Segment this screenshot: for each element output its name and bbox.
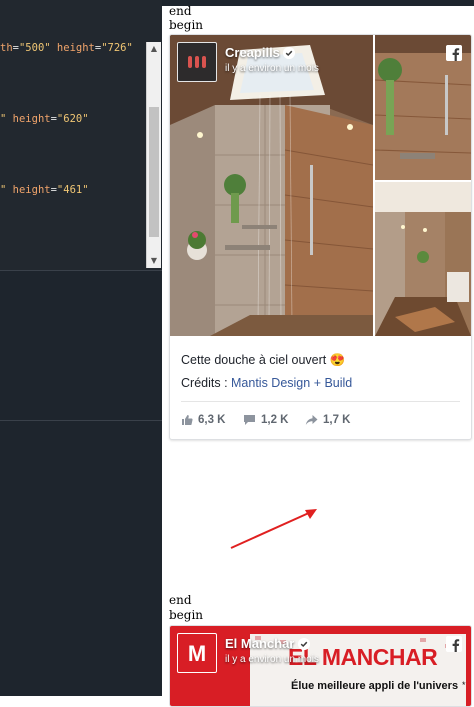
code-line-1: th="500" height="726" [0,42,133,54]
shares-stat[interactable]: 1,7 K [305,414,351,426]
code-editor: th="500" height="726" " height="620" " h… [0,0,162,696]
marker-end: end [169,4,192,18]
scrollbar-thumb[interactable] [149,107,159,237]
editor-divider [0,270,162,271]
creapills-logo-icon [188,56,206,68]
page-name[interactable]: El Manchar [225,636,294,651]
banner-subtitle: Élue meilleure appli de l'univers [291,680,459,692]
post-timestamp[interactable]: il y a environ un mois [225,63,319,74]
page-avatar[interactable]: M [177,633,217,673]
post-divider [181,401,460,402]
code-line-3: " height="461" [0,184,89,196]
post-timestamp[interactable]: il y a environ un mois [225,654,319,665]
code-line-2: " height="620" [0,113,89,125]
banner-asterisk: * [462,680,466,690]
verified-badge-icon [298,638,310,650]
likes-stat[interactable]: 6,3 K [181,414,226,426]
marker-end: end [169,593,192,607]
credits-link[interactable]: Mantis Design + Build [231,376,352,390]
post-credits: Crédits : Mantis Design + Build [181,376,353,390]
like-icon [182,415,193,425]
scroll-down-icon[interactable]: ▼ [147,254,161,268]
scroll-up-icon[interactable]: ▲ [147,42,161,56]
facebook-icon[interactable] [446,636,462,652]
verified-badge-icon [283,47,295,59]
marker-begin: begin [169,608,204,622]
editor-scrollbar[interactable]: ▲ ▼ [146,42,161,268]
facebook-post-embed-2[interactable]: EL MANCHAR Élue meilleure appli de l'uni… [169,625,472,707]
post-photo-3[interactable] [375,182,471,336]
share-icon [305,415,318,425]
comment-icon [244,415,255,425]
marker-begin: begin [169,18,204,32]
heart-eyes-emoji-icon: 😍 [329,353,346,367]
page-name[interactable]: Creapills [225,45,280,60]
page-avatar[interactable] [177,42,217,82]
facebook-icon[interactable] [446,45,462,61]
window-top-strip [162,0,474,6]
post-message: Cette douche à ciel ouvert 😍 [181,353,346,367]
annotation-arrow-icon [230,509,317,549]
svg-text:M: M [188,641,206,666]
facebook-post-embed[interactable]: Creapills il y a environ un mois Cette d… [169,34,472,440]
el-manchar-logo-icon: M [188,641,206,666]
editor-code-pane [0,0,162,270]
comments-stat[interactable]: 1,2 K [243,414,289,426]
editor-divider [0,420,162,421]
